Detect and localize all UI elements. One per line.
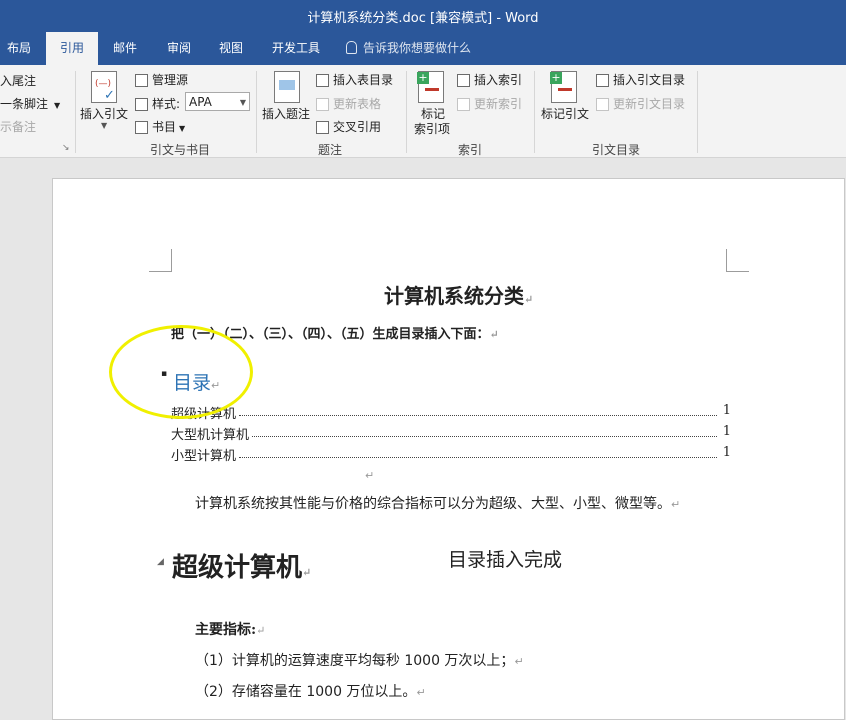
collapse-triangle-icon[interactable]: ◢ bbox=[157, 557, 164, 567]
update-table-button[interactable]: 更新表格 bbox=[316, 95, 381, 112]
tell-me-text: 告诉我你想要做什么 bbox=[363, 41, 472, 55]
chevron-down-icon: ▼ bbox=[54, 101, 61, 110]
cross-reference-icon bbox=[316, 121, 329, 134]
insert-index-icon bbox=[457, 74, 470, 87]
group-label-index: 索引 bbox=[457, 143, 482, 157]
list-item: （2）存储容量在 1000 万位以上。↵ bbox=[195, 684, 426, 700]
document-canvas[interactable]: 计算机系统分类↵ 把（一）（二）、（三）、（四）、（五）生成目录插入下面：↵ ▪… bbox=[0, 158, 846, 720]
table-of-authorities-icon bbox=[596, 74, 609, 87]
chevron-down-icon: ▼ bbox=[239, 98, 246, 107]
show-notes-button[interactable]: 示备注 bbox=[0, 118, 36, 135]
group-separator bbox=[406, 71, 407, 153]
update-table-of-authorities-button[interactable]: 更新引文目录 bbox=[596, 95, 685, 112]
manage-sources-button[interactable]: 管理源 bbox=[135, 71, 188, 88]
tab-view[interactable]: 视图 bbox=[210, 32, 252, 65]
crop-mark bbox=[726, 249, 749, 272]
heading-supercomputer: 超级计算机↵ bbox=[172, 553, 312, 583]
insert-citation-icon: (—) ✓ bbox=[91, 71, 117, 103]
insert-table-of-authorities-label: 插入引文目录 bbox=[613, 73, 686, 87]
table-of-figures-icon bbox=[316, 74, 329, 87]
main-indicator-label: 主要指标:↵ bbox=[195, 622, 266, 638]
tab-mailings[interactable]: 邮件 bbox=[104, 32, 146, 65]
next-footnote-button[interactable]: 一条脚注 ▼ bbox=[0, 95, 60, 112]
mark-entry-line2[interactable]: 索引项 bbox=[414, 120, 450, 137]
update-icon bbox=[457, 98, 470, 111]
insert-endnote-button[interactable]: 入尾注 bbox=[0, 72, 36, 89]
group-label-authorities: 引文目录 bbox=[591, 143, 640, 157]
list-item: （1）计算机的运算速度平均每秒 1000 万次以上；↵ bbox=[195, 653, 524, 669]
insert-table-of-figures-button[interactable]: 插入表目录 bbox=[316, 71, 393, 88]
tab-layout[interactable]: 布局 bbox=[0, 32, 38, 65]
intro-paragraph: 计算机系统按其性能与价格的综合指标可以分为超级、大型、小型、微型等。↵ bbox=[195, 496, 681, 512]
group-separator bbox=[697, 71, 698, 153]
mark-citation-button[interactable]: 标记引文 bbox=[541, 105, 589, 122]
toc-entry[interactable]: 小型计算机 1 bbox=[171, 445, 731, 464]
citation-style-value: APA bbox=[189, 95, 212, 109]
group-label-captions: 题注 bbox=[317, 143, 342, 157]
update-index-label: 更新索引 bbox=[474, 97, 523, 111]
group-separator bbox=[256, 71, 257, 153]
update-icon bbox=[596, 98, 609, 111]
style-label: 样式: bbox=[135, 95, 180, 112]
completion-annotation: 目录插入完成 bbox=[448, 549, 563, 571]
group-separator bbox=[534, 71, 535, 153]
insert-index-button[interactable]: 插入索引 bbox=[457, 71, 522, 88]
chevron-down-icon: ▼ bbox=[179, 124, 186, 133]
crop-mark bbox=[149, 249, 172, 272]
ribbon: 入尾注 一条脚注 ▼ 示备注 ↘ (—) ✓ 插入引文 ▼ 管理源 样式: APA… bbox=[0, 65, 846, 158]
tab-review[interactable]: 审阅 bbox=[158, 32, 200, 65]
insert-index-label: 插入索引 bbox=[474, 73, 523, 87]
next-footnote-label: 一条脚注 bbox=[0, 97, 49, 111]
cross-reference-label: 交叉引用 bbox=[333, 120, 382, 134]
insert-citation-button[interactable]: 插入引文 bbox=[80, 105, 128, 122]
toc-entry[interactable]: 大型机计算机 1 bbox=[171, 424, 731, 443]
document-title: 计算机系统分类↵ bbox=[384, 284, 534, 308]
insert-caption-icon bbox=[274, 71, 300, 103]
cross-reference-button[interactable]: 交叉引用 bbox=[316, 118, 381, 135]
window-title: 计算机系统分类.doc [兼容模式] - Word bbox=[307, 11, 539, 26]
highlight-ellipse bbox=[109, 325, 253, 419]
ribbon-tab-bar: 布局 引用 邮件 审阅 视图 开发工具 告诉我你想要做什么 bbox=[0, 32, 846, 65]
manage-sources-label: 管理源 bbox=[152, 73, 189, 87]
chevron-down-icon: ▼ bbox=[101, 121, 108, 130]
style-icon bbox=[135, 98, 148, 111]
document-page[interactable]: 计算机系统分类↵ 把（一）（二）、（三）、（四）、（五）生成目录插入下面：↵ ▪… bbox=[52, 178, 845, 720]
tell-me-box[interactable]: 告诉我你想要做什么 bbox=[346, 32, 471, 65]
bibliography-button[interactable]: 书目 ▼ bbox=[135, 118, 185, 135]
update-table-of-authorities-label: 更新引文目录 bbox=[613, 97, 686, 111]
manage-sources-icon bbox=[135, 74, 148, 87]
lightbulb-icon bbox=[346, 41, 357, 54]
dialog-launcher-icon[interactable]: ↘ bbox=[62, 143, 70, 153]
update-icon bbox=[316, 98, 329, 111]
insert-table-of-authorities-button[interactable]: 插入引文目录 bbox=[596, 71, 685, 88]
toc-entry[interactable]: 超级计算机 1 bbox=[171, 403, 731, 422]
group-separator bbox=[75, 71, 76, 153]
tab-developer[interactable]: 开发工具 bbox=[264, 32, 328, 65]
bibliography-label: 书目 bbox=[152, 120, 177, 134]
tab-references[interactable]: 引用 bbox=[46, 32, 98, 65]
citation-style-select[interactable]: APA ▼ bbox=[185, 92, 250, 111]
group-label-citations: 引文与书目 bbox=[149, 143, 210, 157]
mark-citation-icon: + bbox=[550, 71, 577, 103]
paragraph-mark: ↵ bbox=[365, 469, 375, 482]
bibliography-icon bbox=[135, 121, 148, 134]
update-index-button[interactable]: 更新索引 bbox=[457, 95, 522, 112]
insert-caption-button[interactable]: 插入题注 bbox=[262, 105, 310, 122]
insert-table-of-figures-label: 插入表目录 bbox=[333, 73, 394, 87]
update-table-label: 更新表格 bbox=[333, 97, 382, 111]
title-bar: 计算机系统分类.doc [兼容模式] - Word bbox=[0, 0, 846, 32]
mark-entry-icon: + bbox=[417, 71, 444, 103]
